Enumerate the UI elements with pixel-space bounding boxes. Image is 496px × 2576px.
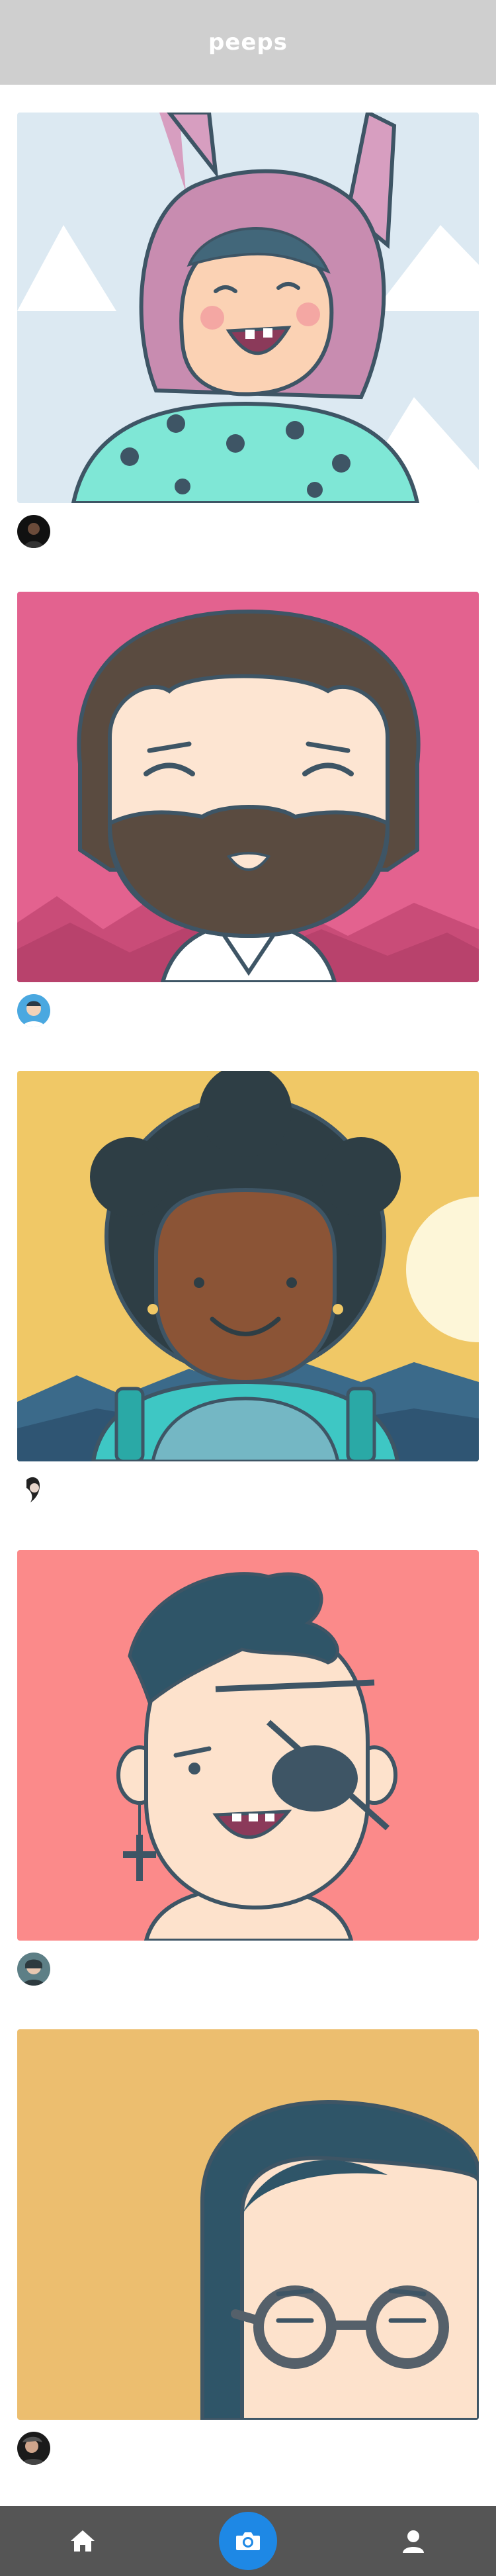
tab-home[interactable] xyxy=(43,2506,122,2576)
camera-button[interactable] xyxy=(219,2512,277,2570)
avatar[interactable] xyxy=(17,515,50,548)
post-image[interactable] xyxy=(17,592,479,982)
afro-hiker-illustration xyxy=(17,1071,479,1461)
avatar[interactable] xyxy=(17,1953,50,1986)
app-header: peeps xyxy=(0,0,496,85)
bottom-tab-bar xyxy=(0,2506,496,2576)
user-avatar-icon xyxy=(17,994,50,1027)
post-meta xyxy=(17,1953,479,1986)
avatar[interactable] xyxy=(17,2432,50,2465)
avatar[interactable] xyxy=(17,994,50,1027)
post-meta xyxy=(17,515,479,548)
user-avatar-icon xyxy=(17,2432,50,2465)
eyepatch-punk-illustration xyxy=(17,1550,479,1941)
tab-profile[interactable] xyxy=(374,2506,453,2576)
avatar[interactable] xyxy=(17,1473,50,1506)
home-icon xyxy=(71,2530,95,2552)
user-avatar-icon xyxy=(17,515,50,548)
user-avatar-icon xyxy=(17,1953,50,1986)
post-image[interactable] xyxy=(17,1071,479,1461)
user-avatar-icon xyxy=(17,1473,50,1506)
user-icon xyxy=(403,2530,424,2553)
bunny-hat-kid-illustration xyxy=(17,113,479,503)
tab-camera[interactable] xyxy=(208,2506,288,2576)
post-meta xyxy=(17,2432,479,2465)
post-image[interactable] xyxy=(17,113,479,503)
camera-icon xyxy=(236,2532,260,2550)
bearded-man-illustration xyxy=(17,592,479,982)
app-title: peeps xyxy=(208,29,288,56)
post-image[interactable] xyxy=(17,1550,479,1941)
post-image[interactable] xyxy=(17,2029,479,2420)
post-meta xyxy=(17,994,479,1027)
post-meta xyxy=(17,1473,479,1506)
glasses-woman-illustration xyxy=(17,2029,479,2420)
